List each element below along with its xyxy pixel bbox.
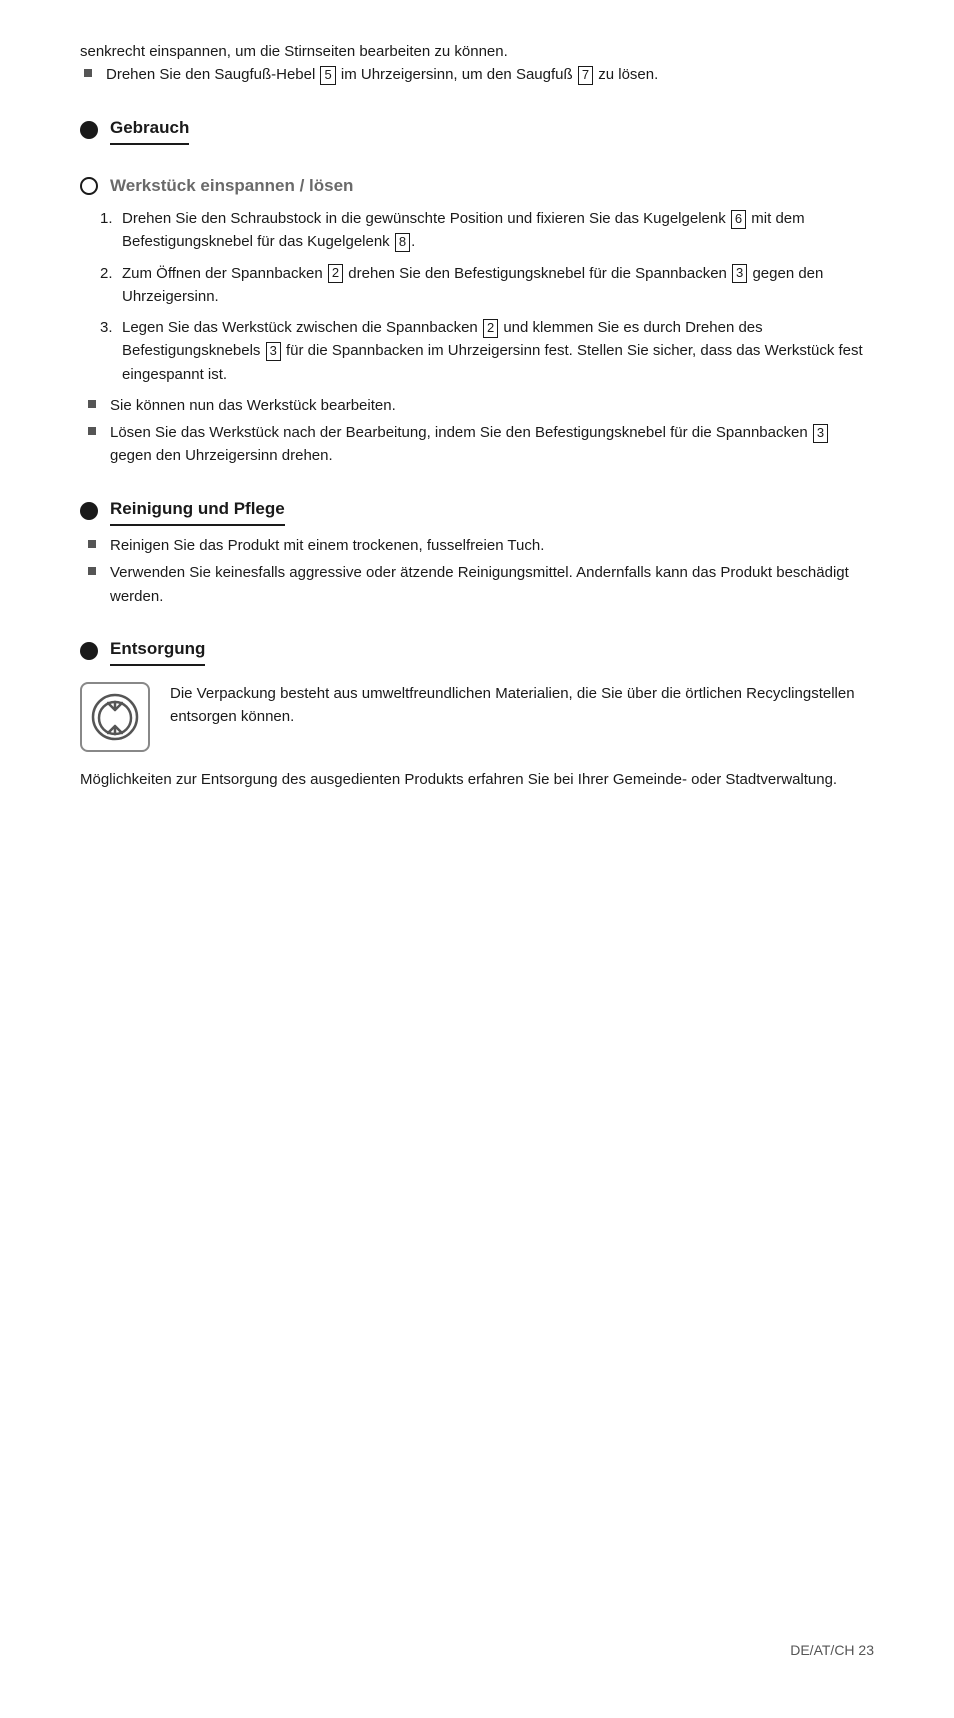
numbered-item-2: 2. Zum Öffnen der Spannbacken 2 drehen S… bbox=[100, 262, 874, 309]
numbered-list: 1. Drehen Sie den Schraubstock in die ge… bbox=[100, 207, 874, 386]
reinigung-bullet-list: Reinigen Sie das Produkt mit einem trock… bbox=[84, 534, 874, 608]
numbered-text-2: Zum Öffnen der Spannbacken 2 drehen Sie … bbox=[122, 262, 874, 309]
intro-bullet: Drehen Sie den Saugfuß-Hebel 5 im Uhrzei… bbox=[80, 63, 874, 86]
intro-line-1: senkrecht einspannen, um die Stirnseiten… bbox=[80, 40, 874, 63]
werkstuck-bullet-text-1: Sie können nun das Werkstück bearbeiten. bbox=[110, 394, 874, 417]
ref-3b: 3 bbox=[266, 342, 281, 361]
footer-label: DE/AT/CH 23 bbox=[790, 1642, 874, 1658]
bullet-square-icon-2 bbox=[88, 400, 96, 408]
number-2: 2. bbox=[100, 262, 122, 285]
werkstuck-bullet-list: Sie können nun das Werkstück bearbeiten.… bbox=[84, 394, 874, 468]
main-content: senkrecht einspannen, um die Stirnseiten… bbox=[80, 40, 874, 1622]
section-gebrauch-heading: Gebrauch bbox=[80, 115, 874, 145]
reinigung-bullet-text-2: Verwenden Sie keinesfalls aggressive ode… bbox=[110, 561, 874, 608]
outline-dot-icon bbox=[80, 177, 98, 195]
recycle-section: Die Verpackung besteht aus umweltfreundl… bbox=[80, 682, 874, 752]
recycle-text: Die Verpackung besteht aus umweltfreundl… bbox=[170, 682, 874, 729]
section-werkstuck-title: Werkstück einspannen / lösen bbox=[110, 173, 353, 199]
numbered-item-1: 1. Drehen Sie den Schraubstock in die ge… bbox=[100, 207, 874, 254]
werkstuck-bullet-1: Sie können nun das Werkstück bearbeiten. bbox=[84, 394, 874, 417]
reinigung-bullet-1: Reinigen Sie das Produkt mit einem trock… bbox=[84, 534, 874, 557]
recycle-icon bbox=[80, 682, 150, 752]
intro-bullet-text: Drehen Sie den Saugfuß-Hebel 5 im Uhrzei… bbox=[106, 63, 874, 86]
ref-3a: 3 bbox=[732, 264, 747, 283]
section-werkstuck-heading: Werkstück einspannen / lösen bbox=[80, 173, 874, 199]
filled-dot-icon-2 bbox=[80, 502, 98, 520]
werkstuck-bullet-text-2: Lösen Sie das Werkstück nach der Bearbei… bbox=[110, 421, 874, 468]
bullet-square-icon-4 bbox=[88, 540, 96, 548]
ref-8: 8 bbox=[395, 233, 410, 252]
numbered-item-3: 3. Legen Sie das Werkstück zwischen die … bbox=[100, 316, 874, 386]
numbered-text-3: Legen Sie das Werkstück zwischen die Spa… bbox=[122, 316, 874, 386]
section-reinigung-heading: Reinigung und Pflege bbox=[80, 496, 874, 526]
ref-7: 7 bbox=[578, 66, 593, 85]
ref-6: 6 bbox=[731, 210, 746, 229]
section-entsorgung-title: Entsorgung bbox=[110, 636, 205, 666]
numbered-text-1: Drehen Sie den Schraubstock in die gewün… bbox=[122, 207, 874, 254]
intro-block: senkrecht einspannen, um die Stirnseiten… bbox=[80, 40, 874, 87]
filled-dot-icon bbox=[80, 121, 98, 139]
ref-3c: 3 bbox=[813, 424, 828, 443]
bullet-square-icon-5 bbox=[88, 567, 96, 575]
page-footer: DE/AT/CH 23 bbox=[80, 1622, 874, 1658]
bullet-square-icon-3 bbox=[88, 427, 96, 435]
ref-5: 5 bbox=[320, 66, 335, 85]
section-reinigung-title: Reinigung und Pflege bbox=[110, 496, 285, 526]
filled-dot-icon-3 bbox=[80, 642, 98, 660]
section-entsorgung-heading: Entsorgung bbox=[80, 636, 874, 666]
ref-2a: 2 bbox=[328, 264, 343, 283]
section-gebrauch-title: Gebrauch bbox=[110, 115, 189, 145]
page: senkrecht einspannen, um die Stirnseiten… bbox=[0, 0, 954, 1718]
final-text: Möglichkeiten zur Entsorgung des ausgedi… bbox=[80, 768, 874, 791]
number-3: 3. bbox=[100, 316, 122, 339]
reinigung-bullet-2: Verwenden Sie keinesfalls aggressive ode… bbox=[84, 561, 874, 608]
bullet-square-icon bbox=[84, 69, 92, 77]
ref-2b: 2 bbox=[483, 319, 498, 338]
reinigung-bullet-text-1: Reinigen Sie das Produkt mit einem trock… bbox=[110, 534, 874, 557]
number-1: 1. bbox=[100, 207, 122, 230]
werkstuck-bullet-2: Lösen Sie das Werkstück nach der Bearbei… bbox=[84, 421, 874, 468]
